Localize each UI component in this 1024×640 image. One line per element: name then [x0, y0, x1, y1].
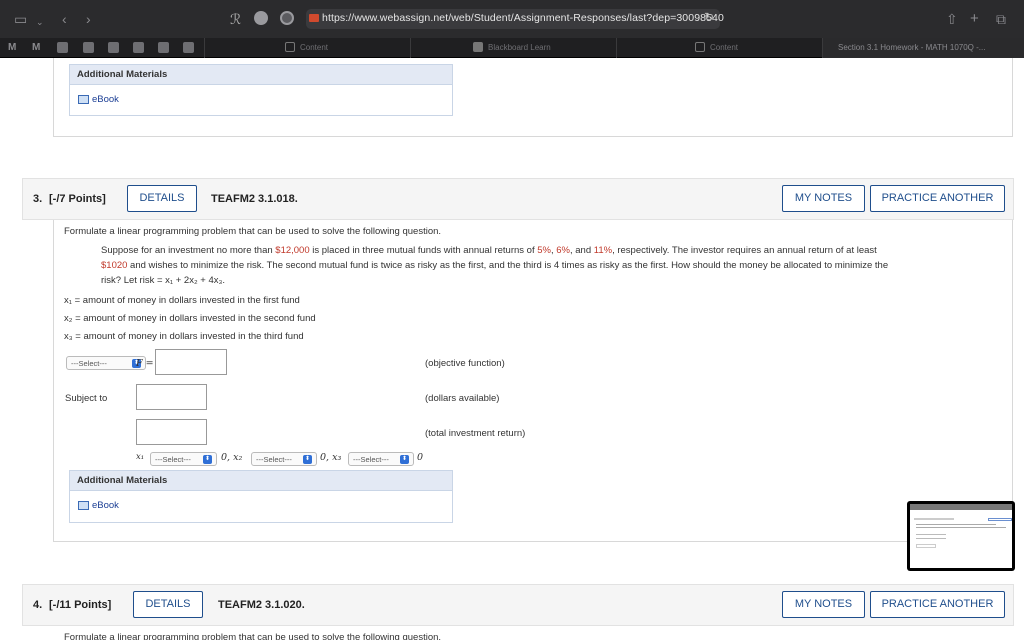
question-code: TEAFM2 3.1.020.: [218, 599, 305, 611]
subject-to-label: Subject to: [65, 393, 108, 404]
question-points: [-/7 Points]: [49, 193, 106, 205]
reload-icon[interactable]: ↻: [704, 10, 714, 24]
ebook-label: eBook: [92, 94, 119, 105]
practice-another-button[interactable]: PRACTICE ANOTHER: [870, 591, 1005, 618]
return-highlight: $1020: [101, 260, 128, 271]
constraint-1-input[interactable]: [136, 384, 207, 410]
tabs-overview-icon[interactable]: ⧉: [996, 10, 1006, 28]
book-icon: [78, 501, 89, 510]
favorite-icon[interactable]: [83, 42, 94, 53]
chevron-down-icon[interactable]: ⌄: [36, 13, 44, 31]
back-icon[interactable]: ‹: [62, 10, 67, 28]
sidebar-toggle-icon[interactable]: ▭: [14, 10, 27, 28]
ebook-link[interactable]: eBook: [70, 491, 452, 520]
tab-label: Blackboard Learn: [488, 43, 551, 52]
url-text[interactable]: https://www.webassign.net/web/Student/As…: [322, 12, 724, 24]
favorite-icon[interactable]: [183, 42, 194, 53]
favorite-icon[interactable]: [158, 42, 169, 53]
heart-icon[interactable]: [133, 42, 144, 53]
objective-label: (objective function): [425, 358, 505, 369]
tab-label: Section 3.1 Homework - MATH 1070Q -...: [838, 43, 986, 52]
question-points: [-/11 Points]: [49, 599, 112, 611]
additional-materials-heading: Additional Materials: [70, 65, 452, 85]
variable-definition: x₃ = amount of money in dollars invested…: [64, 331, 304, 342]
additional-materials-heading: Additional Materials: [70, 471, 452, 491]
forward-icon[interactable]: ›: [86, 10, 91, 28]
details-button[interactable]: DETAILS: [127, 185, 197, 212]
x1-label: x₁: [136, 452, 145, 462]
tab-favicon: [285, 42, 295, 52]
x1-inequality-select[interactable]: ---Select--- ⬍: [150, 452, 217, 466]
privacy-icon[interactable]: [280, 11, 294, 25]
tab-favicon: [695, 42, 705, 52]
book-icon: [78, 95, 89, 104]
share-icon[interactable]: ⇧: [946, 10, 958, 28]
details-button[interactable]: DETAILS: [133, 591, 203, 618]
favorite-icon[interactable]: [57, 42, 68, 53]
additional-materials-box: Additional Materials eBook: [69, 470, 453, 523]
ebook-label: eBook: [92, 500, 119, 511]
total-return-label: (total investment return): [425, 428, 526, 439]
variable-definition: x₂ = amount of money in dollars invested…: [64, 313, 316, 324]
favorite-m2-icon[interactable]: M: [32, 42, 43, 53]
x2-inequality-select[interactable]: ---Select--- ⬍: [251, 452, 317, 466]
min-max-select[interactable]: ---Select--- ⬍: [66, 356, 146, 370]
select-arrow-icon: ⬍: [400, 454, 409, 464]
zero-x2-label: 0, x₂: [221, 452, 243, 463]
extension-icon[interactable]: ℛ: [230, 10, 241, 28]
my-notes-button[interactable]: MY NOTES: [782, 591, 865, 618]
objective-input[interactable]: [155, 349, 227, 375]
additional-materials-box: Additional Materials eBook: [69, 64, 453, 116]
thumbnail-preview: [910, 504, 1012, 568]
practice-another-button[interactable]: PRACTICE ANOTHER: [870, 185, 1005, 212]
x3-inequality-select[interactable]: ---Select--- ⬍: [348, 452, 414, 466]
browser-toolbar: ▭ ⌄ ‹ › ℛ https://www.webassign.net/web/…: [0, 0, 1024, 38]
question-intro: Formulate a linear programming problem t…: [64, 226, 442, 237]
favorite-icon[interactable]: [108, 42, 119, 53]
question-number: 3.: [33, 193, 43, 205]
tab-label: Content: [300, 43, 329, 52]
grammarly-icon[interactable]: [254, 11, 268, 25]
tab-label: Content: [710, 43, 739, 52]
question-code: TEAFM2 3.1.018.: [211, 193, 298, 205]
screenshot-thumbnail[interactable]: [907, 501, 1015, 571]
ebook-link[interactable]: eBook: [70, 85, 452, 114]
new-tab-icon[interactable]: +: [970, 10, 979, 28]
dollars-available-label: (dollars available): [425, 393, 500, 404]
tab-favicon: [473, 42, 483, 52]
question-intro: Formulate a linear programming problem t…: [64, 632, 442, 640]
zero-label: 0: [417, 452, 424, 463]
my-notes-button[interactable]: MY NOTES: [782, 185, 865, 212]
question-paragraph: Suppose for an investment no more than $…: [101, 245, 889, 286]
amount-highlight: $12,000: [275, 245, 310, 256]
constraint-2-input[interactable]: [136, 419, 207, 445]
question-number: 4.: [33, 599, 43, 611]
variable-definition: x₁ = amount of money in dollars invested…: [64, 295, 300, 306]
site-icon: [309, 14, 319, 22]
f-equals: F =: [136, 358, 154, 369]
select-arrow-icon: ⬍: [203, 454, 212, 464]
favorite-m-icon[interactable]: M: [8, 42, 19, 53]
zero-x3-label: 0, x₃: [320, 452, 342, 463]
select-arrow-icon: ⬍: [303, 454, 312, 464]
